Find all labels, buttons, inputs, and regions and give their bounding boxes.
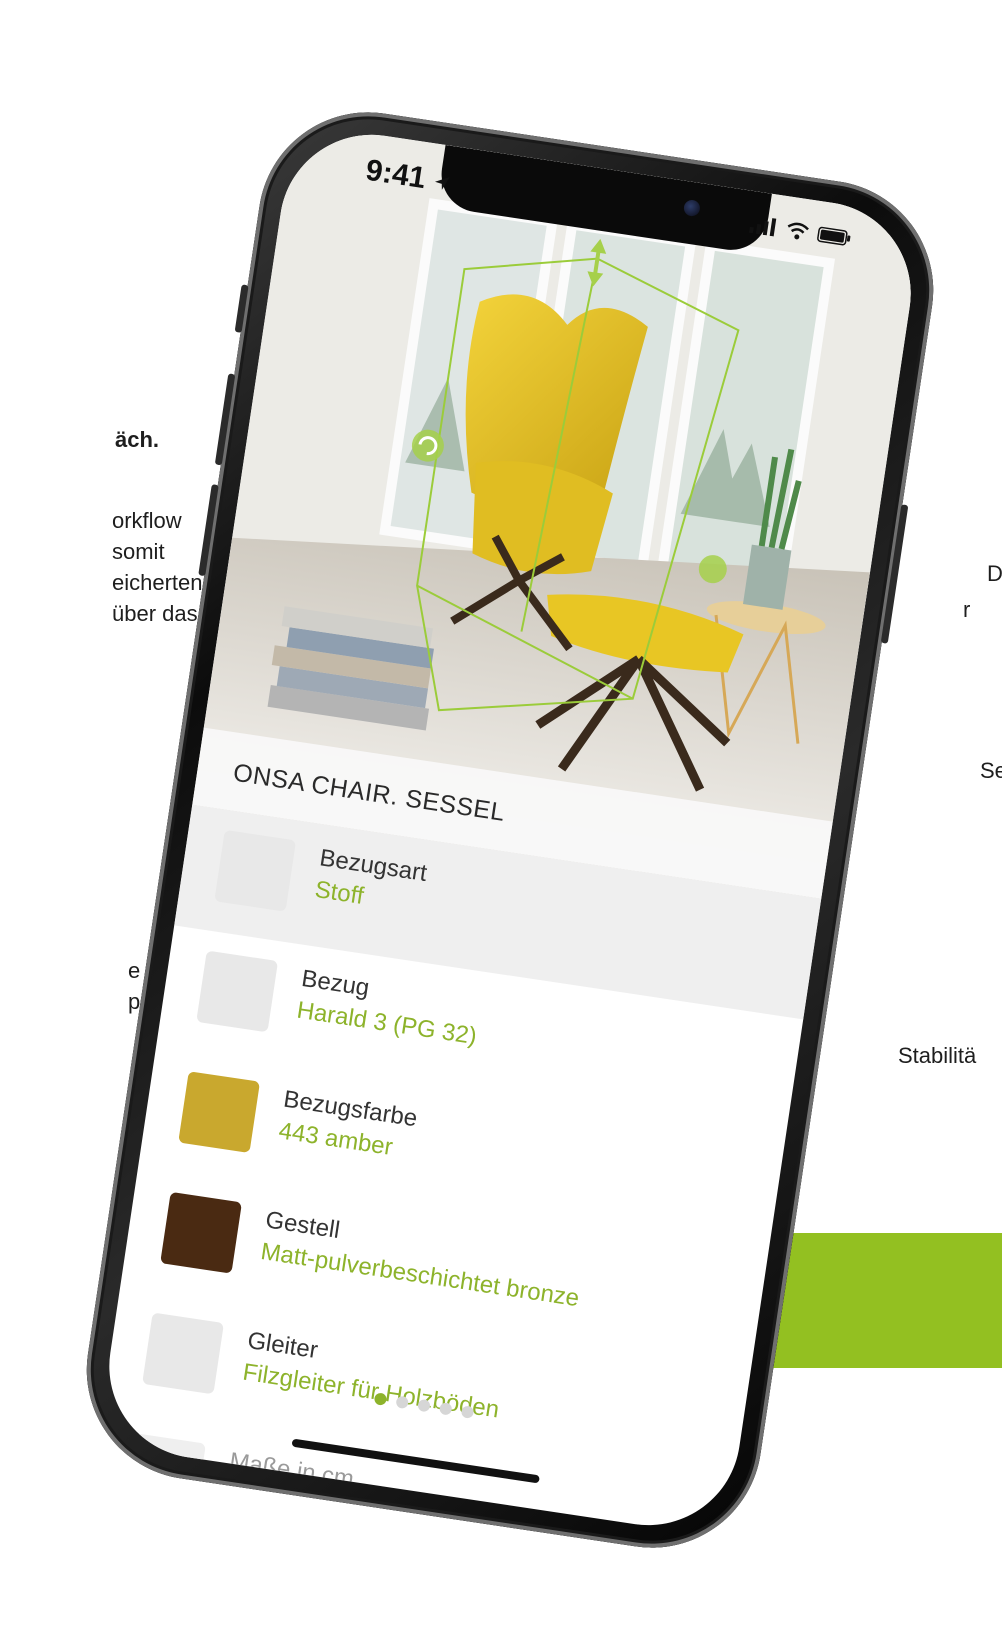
page-dot[interactable]: [417, 1398, 431, 1413]
page-dot[interactable]: [438, 1402, 453, 1416]
page-dot[interactable]: [395, 1395, 410, 1410]
option-value: Harald 3 (PG 32): [295, 996, 479, 1051]
option-swatch-bronze: [160, 1191, 243, 1274]
option-value: Matt-pulverbeschichtet bronze: [258, 1237, 581, 1313]
option-value: Stoff: [313, 875, 366, 910]
location-arrow-icon: [435, 177, 451, 191]
wifi-icon: [787, 222, 809, 240]
option-label: Bezug: [299, 965, 372, 1002]
configuration-list: Bezugsart Stoff Bezug Harald 3 (PG 32) B…: [97, 804, 822, 1538]
page-dot[interactable]: [373, 1392, 388, 1406]
option-swatch: [196, 950, 279, 1033]
option-swatch: [214, 829, 297, 912]
front-camera-icon: [682, 198, 702, 218]
option-swatch: [142, 1312, 224, 1395]
page-dot[interactable]: [460, 1405, 475, 1419]
option-swatch-amber: [178, 1071, 261, 1154]
